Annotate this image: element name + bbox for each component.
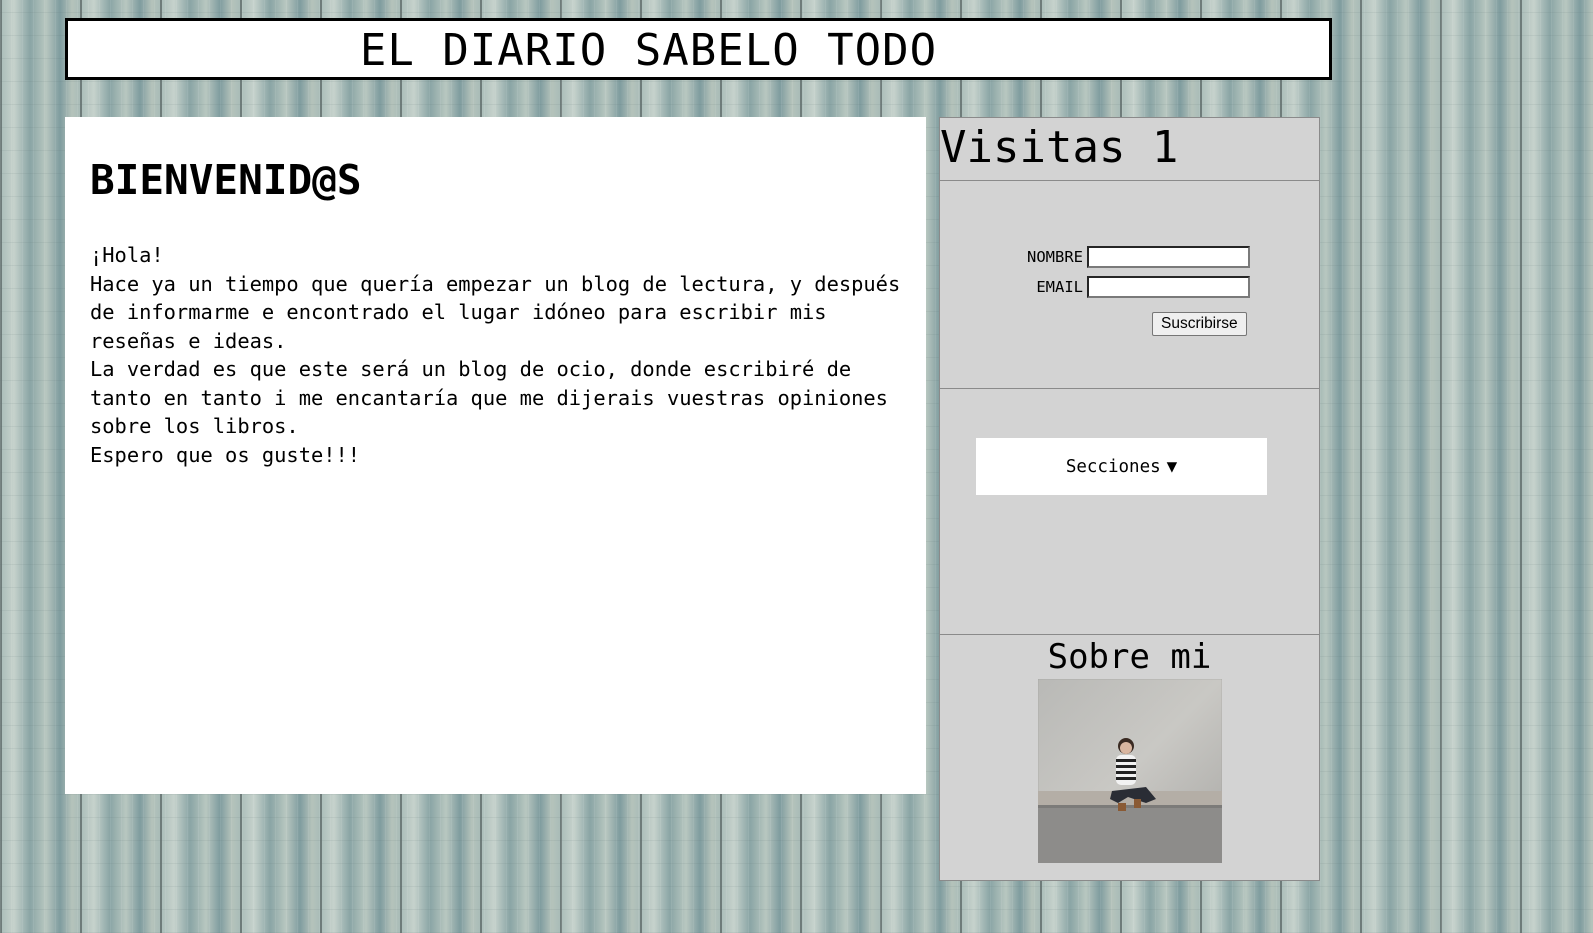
- sidebar: Visitas 1 NOMBRE EMAIL Suscribirse Secci…: [939, 117, 1320, 881]
- article-paragraph: Espero que os guste!!!: [90, 442, 361, 467]
- site-header: EL DIARIO SABELO TODO: [65, 18, 1332, 80]
- subscribe-form: NOMBRE EMAIL Suscribirse: [940, 181, 1319, 389]
- sections-dropdown[interactable]: Secciones ▼: [976, 438, 1267, 495]
- visit-counter: Visitas 1: [940, 118, 1319, 181]
- article-paragraph: Hace ya un tiempo que quería empezar un …: [90, 271, 901, 353]
- main-article: BIENVENID@S ¡Hola! Hace ya un tiempo que…: [65, 117, 926, 794]
- subscribe-button[interactable]: Suscribirse: [1152, 312, 1247, 336]
- email-label: EMAIL: [1036, 278, 1083, 296]
- name-label: NOMBRE: [1027, 248, 1083, 266]
- article-paragraph: La verdad es que este será un blog de oc…: [90, 357, 888, 438]
- name-input[interactable]: [1087, 246, 1250, 268]
- article-paragraph: ¡Hola!: [90, 243, 164, 267]
- email-input[interactable]: [1087, 276, 1250, 298]
- sections-panel: Secciones ▼: [940, 389, 1319, 635]
- about-title: Sobre mi: [1047, 637, 1212, 677]
- site-title: EL DIARIO SABELO TODO: [359, 25, 938, 76]
- article-title: BIENVENID@S: [90, 156, 362, 204]
- about-panel: Sobre mi: [940, 637, 1319, 863]
- article-body: ¡Hola! Hace ya un tiempo que quería empe…: [90, 241, 901, 469]
- name-row: NOMBRE: [940, 246, 1250, 268]
- profile-photo: [1037, 679, 1222, 863]
- sections-label: Secciones: [1065, 456, 1161, 477]
- chevron-down-icon: ▼: [1166, 456, 1178, 477]
- email-row: EMAIL: [940, 276, 1250, 298]
